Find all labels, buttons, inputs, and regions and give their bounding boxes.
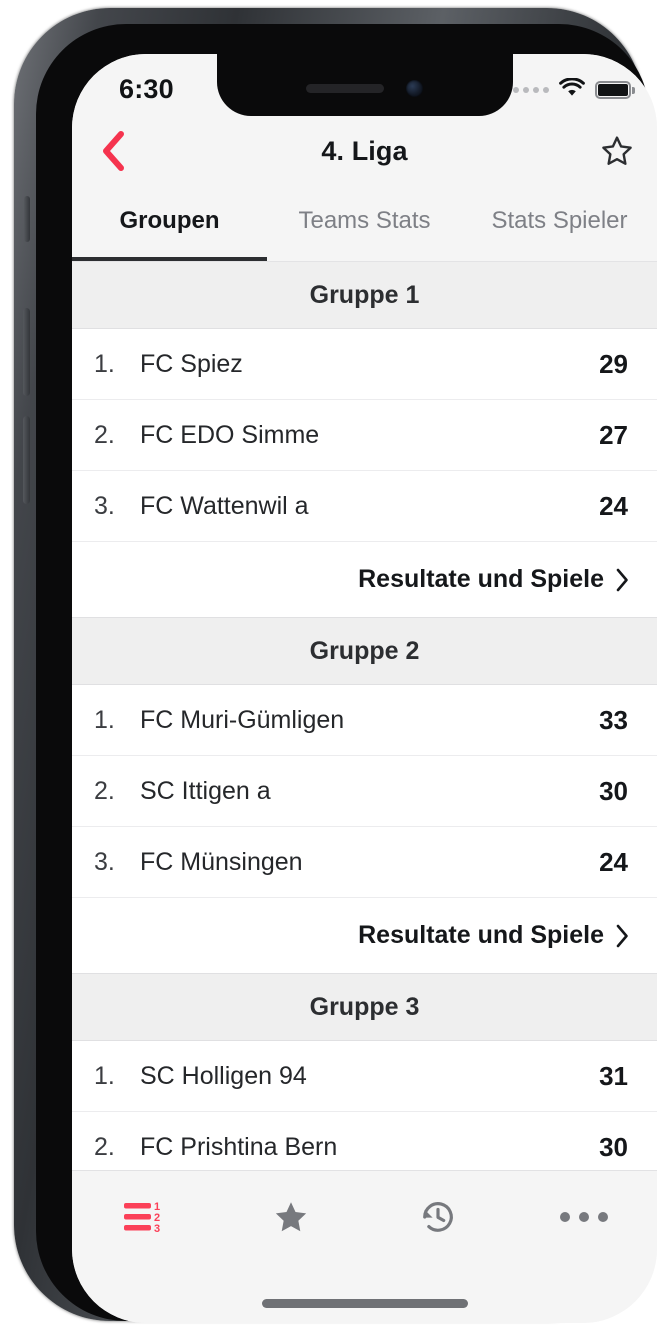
volume-down-button[interactable] [23, 416, 30, 504]
star-filled-icon [276, 1202, 307, 1232]
ranking-list-icon: 1 2 3 [124, 1201, 160, 1235]
results-and-games-link[interactable]: Resultate und Spiele [72, 542, 657, 618]
rank-position: 1. [94, 1061, 115, 1090]
group-header: Gruppe 3 [72, 974, 657, 1041]
table-row[interactable]: 2. FC EDO Simme 27 [72, 400, 657, 471]
bottom-tab-history[interactable] [365, 1171, 511, 1263]
team-name: FC Wattenwil a [140, 491, 309, 520]
team-name: FC Münsingen [140, 847, 303, 876]
group-header: Gruppe 1 [72, 262, 657, 329]
back-button[interactable] [84, 122, 142, 180]
tab-groupen[interactable]: Groupen [72, 186, 267, 261]
front-camera-icon [406, 79, 423, 97]
screenshot-stage: 6:30 4. Liga Groupen Teams Stats Stats S… [0, 0, 657, 1329]
team-name: FC Spiez [140, 349, 243, 378]
team-name: FC Muri-Gümligen [140, 705, 345, 734]
group-header: Gruppe 2 [72, 618, 657, 685]
nav-bar: 4. Liga [72, 116, 657, 186]
chevron-right-icon [615, 567, 630, 593]
rank-position: 2. [94, 776, 115, 805]
history-clock-icon [422, 1202, 453, 1232]
tab-stats-spieler[interactable]: Stats Spieler [462, 186, 657, 261]
rank-position: 3. [94, 847, 115, 876]
table-row[interactable]: 3. FC Münsingen 24 [72, 827, 657, 898]
rank-position: 2. [94, 1132, 115, 1161]
table-row[interactable]: 3. FC Wattenwil a 24 [72, 471, 657, 542]
home-bar-area [72, 1263, 657, 1323]
team-points: 33 [599, 704, 628, 735]
page-title: 4. Liga [321, 135, 408, 166]
team-points: 31 [599, 1060, 628, 1091]
team-name: SC Holligen 94 [140, 1061, 307, 1090]
bottom-tab-favorites[interactable] [218, 1171, 364, 1263]
battery-icon [595, 81, 635, 99]
table-row[interactable]: 2. SC Ittigen a 30 [72, 756, 657, 827]
star-outline-icon [602, 136, 632, 165]
results-label: Resultate und Spiele [358, 921, 604, 949]
chevron-right-icon [615, 923, 630, 949]
team-points: 30 [599, 1131, 628, 1162]
more-dots-icon [559, 1212, 608, 1222]
segment-tabs: Groupen Teams Stats Stats Spieler [72, 186, 657, 262]
team-name: SC Ittigen a [140, 776, 271, 805]
favorite-button[interactable] [591, 125, 643, 177]
table-row[interactable]: 2. FC Prishtina Bern 30 [72, 1112, 657, 1170]
phone-bezel: 6:30 4. Liga Groupen Teams Stats Stats S… [36, 24, 657, 1323]
phone-screen: 6:30 4. Liga Groupen Teams Stats Stats S… [72, 54, 657, 1323]
bottom-tab-more[interactable] [511, 1171, 657, 1263]
bottom-tab-rankings[interactable]: 1 2 3 [72, 1171, 218, 1263]
team-points: 30 [599, 775, 628, 806]
results-and-games-link[interactable]: Resultate und Spiele [72, 898, 657, 974]
rank-position: 1. [94, 349, 115, 378]
bottom-tab-bar: 1 2 3 [72, 1170, 657, 1263]
team-name: FC EDO Simme [140, 420, 320, 449]
team-points: 29 [599, 348, 628, 379]
rank-position: 2. [94, 420, 115, 449]
tab-teams-stats[interactable]: Teams Stats [267, 186, 462, 261]
table-row[interactable]: 1. SC Holligen 94 31 [72, 1041, 657, 1112]
results-label: Resultate und Spiele [358, 565, 604, 593]
status-bar-time: 6:30 [119, 74, 174, 104]
status-bar-indicators [513, 77, 635, 102]
table-row[interactable]: 1. FC Spiez 29 [72, 329, 657, 400]
mute-switch-button[interactable] [24, 196, 30, 242]
svg-text:3: 3 [154, 1223, 160, 1235]
team-points: 24 [599, 846, 628, 877]
groups-list[interactable]: Gruppe 1 1. FC Spiez 29 2. FC EDO Simme … [72, 262, 657, 1170]
team-points: 24 [599, 490, 628, 521]
signal-dots-icon [513, 87, 549, 93]
chevron-left-icon [103, 131, 124, 171]
phone-frame: 6:30 4. Liga Groupen Teams Stats Stats S… [14, 8, 657, 1323]
table-row[interactable]: 1. FC Muri-Gümligen 33 [72, 685, 657, 756]
team-name: FC Prishtina Bern [140, 1132, 338, 1161]
notch [216, 54, 513, 116]
rank-position: 1. [94, 705, 115, 734]
wifi-icon [559, 77, 585, 102]
rank-position: 3. [94, 491, 115, 520]
earpiece-speaker-icon [306, 83, 384, 93]
volume-up-button[interactable] [23, 308, 30, 396]
team-points: 27 [599, 419, 628, 450]
home-indicator[interactable] [261, 1299, 468, 1308]
